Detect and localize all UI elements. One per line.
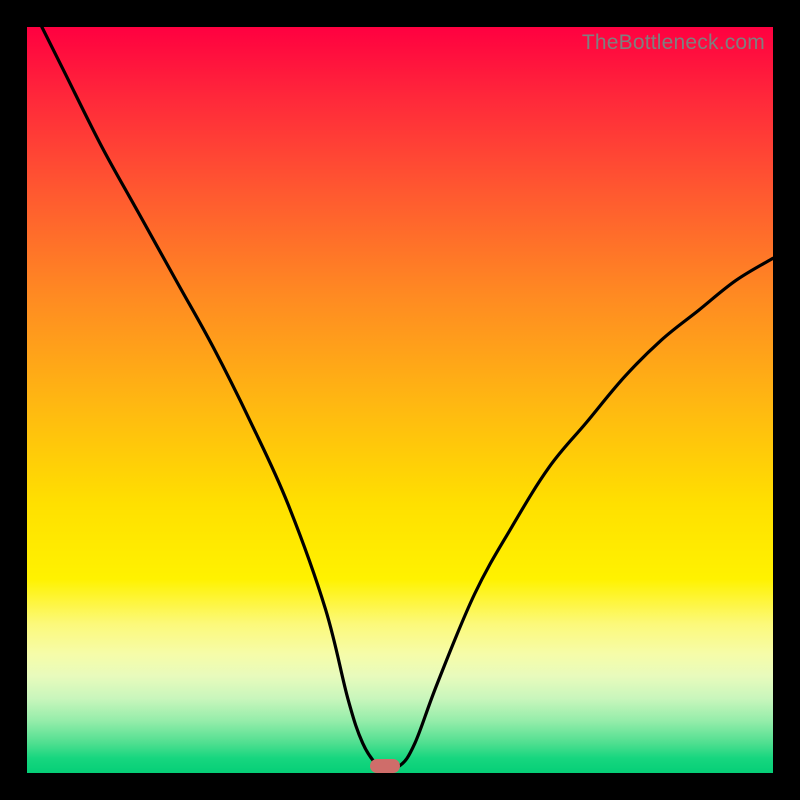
chart-frame: TheBottleneck.com xyxy=(0,0,800,800)
optimum-marker xyxy=(370,759,400,773)
plot-area: TheBottleneck.com xyxy=(27,27,773,773)
curve-path xyxy=(42,27,773,767)
bottleneck-curve xyxy=(27,27,773,773)
